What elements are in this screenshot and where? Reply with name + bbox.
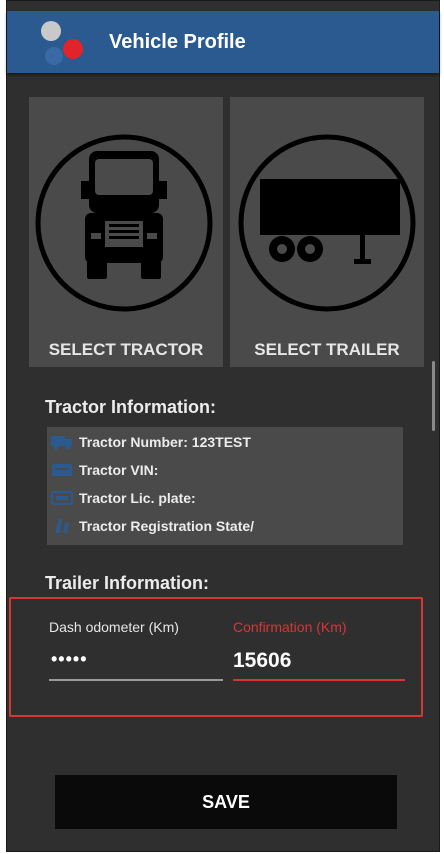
info-row-tractor-vin: Tractor VIN: xyxy=(51,459,158,481)
device-screen: Vehicle Profile SELECT TRACTOR SELECT TR… xyxy=(6,0,440,852)
odometer-section: Dash odometer (Km) ••••• Confirmation (K… xyxy=(9,597,423,717)
info-row-tractor-plate: Tractor Lic. plate: xyxy=(51,487,196,509)
dash-odometer-input[interactable]: ••••• xyxy=(51,649,88,670)
app-bar: Vehicle Profile xyxy=(7,11,439,73)
confirmation-input[interactable]: 15606 xyxy=(233,649,291,673)
info-row-tractor-number: Tractor Number: 123TEST xyxy=(51,431,251,453)
vin-card-icon xyxy=(51,462,73,478)
trailer-icon xyxy=(238,134,416,312)
select-tractor-button[interactable]: SELECT TRACTOR xyxy=(29,97,223,367)
tractor-info-panel: Tractor Number: 123TEST Tractor VIN: Tra… xyxy=(47,427,403,545)
app-logo-icon xyxy=(41,21,83,65)
registration-state-icon xyxy=(51,518,73,534)
tractor-info-heading: Tractor Information: xyxy=(45,397,217,417)
select-tractor-label: SELECT TRACTOR xyxy=(48,340,204,359)
page-title: Vehicle Profile xyxy=(109,31,246,53)
confirmation-label: Confirmation (Km) xyxy=(233,619,347,635)
select-trailer-button[interactable]: SELECT TRAILER xyxy=(230,97,424,367)
truck-icon xyxy=(51,434,73,450)
select-trailer-label: SELECT TRAILER xyxy=(254,340,400,359)
save-button[interactable]: SAVE xyxy=(55,775,397,829)
license-plate-icon xyxy=(51,490,73,506)
confirmation-underline xyxy=(233,679,405,681)
dash-odometer-underline xyxy=(49,679,223,681)
dash-odometer-label: Dash odometer (Km) xyxy=(49,619,179,635)
tractor-icon xyxy=(35,134,213,312)
info-row-tractor-registration: Tractor Registration State/ xyxy=(51,515,254,537)
scrollbar[interactable] xyxy=(432,361,435,431)
trailer-info-heading: Trailer Information: xyxy=(45,573,210,593)
